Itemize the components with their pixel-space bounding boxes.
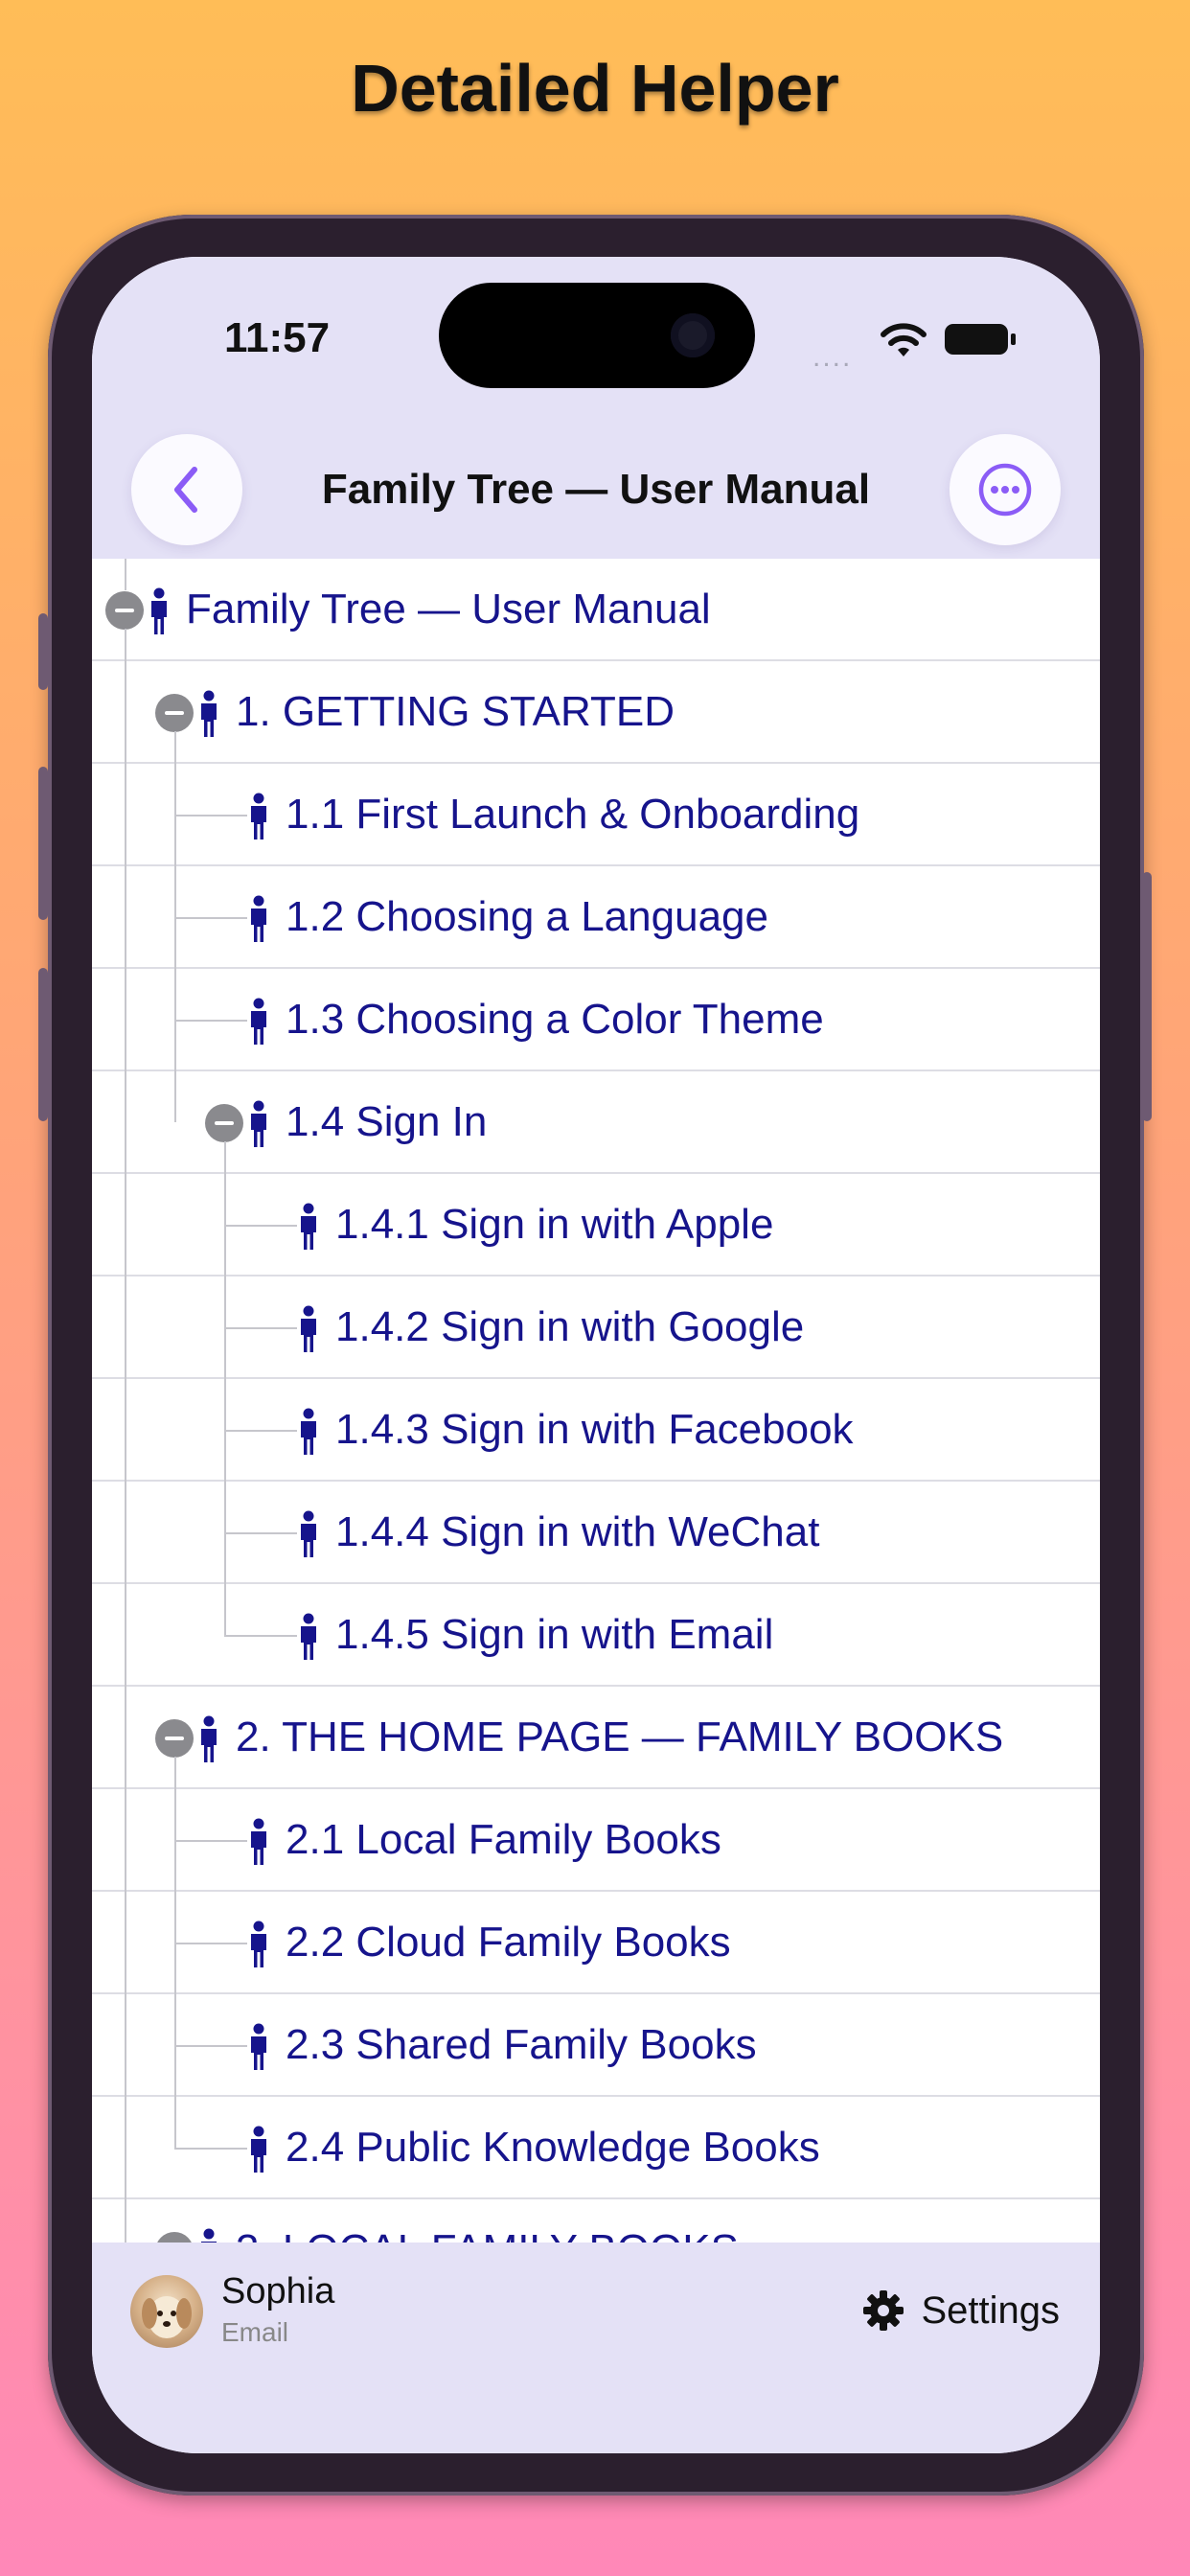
collapse-icon[interactable] (155, 1719, 194, 1758)
tree-connector (174, 917, 247, 919)
tree-connector (174, 1020, 247, 1022)
tree-row[interactable]: 1.4 Sign In (92, 1071, 1100, 1174)
tree-row-label: 1.3 Choosing a Color Theme (286, 996, 824, 1043)
person-icon (197, 1715, 220, 1763)
tree-connector (224, 1327, 297, 1329)
more-button[interactable] (950, 434, 1061, 545)
collapse-icon[interactable] (155, 2232, 194, 2242)
person-icon (297, 1613, 320, 1661)
nav-bar: Family Tree — User Manual (92, 425, 1100, 559)
person-icon (297, 1305, 320, 1353)
outline-tree: Family Tree — User Manual 1. GETTING STAR… (92, 559, 1100, 2242)
person-icon (197, 690, 220, 738)
status-time: 11:57 (224, 314, 331, 361)
status-bar: 11:57 .... (92, 257, 1100, 425)
tree-row[interactable]: 2. THE HOME PAGE — FAMILY BOOKS (92, 1687, 1100, 1789)
bottom-bar: Sophia Email Settings (92, 2242, 1100, 2453)
collapse-icon[interactable] (155, 694, 194, 732)
tree-connector (224, 1141, 226, 1635)
tree-connector (174, 815, 247, 816)
tree-row[interactable]: 3. LOCAL FAMILY BOOKS (92, 2199, 1100, 2242)
tree-connector (224, 1635, 297, 1637)
person-icon (247, 2023, 270, 2071)
person-icon (247, 895, 270, 943)
ellipsis-circle-icon (978, 463, 1032, 517)
tree-row-label: 3. LOCAL FAMILY BOOKS (236, 2226, 739, 2242)
tree-row-label: 1.4.2 Sign in with Google (335, 1303, 805, 1350)
person-icon (247, 1920, 270, 1968)
tree-connector (224, 1430, 297, 1432)
tree-row-label: 2. THE HOME PAGE — FAMILY BOOKS (236, 1714, 1004, 1760)
tree-connector (174, 1943, 247, 1944)
tree-row-label: 1.4.3 Sign in with Facebook (335, 1406, 854, 1453)
tree-connector (125, 629, 126, 2242)
puppy-avatar-image (142, 2296, 192, 2338)
banner-title: Detailed Helper (351, 51, 839, 126)
tree-row-label: 1.4 Sign In (286, 1098, 488, 1145)
person-icon (148, 587, 171, 635)
dynamic-island (439, 283, 755, 388)
tree-row-label: Family Tree — User Manual (186, 586, 711, 632)
person-icon (247, 998, 270, 1046)
tree-connector (174, 2045, 247, 2047)
user-name: Sophia (221, 2271, 335, 2312)
tree-row[interactable]: 1. GETTING STARTED (92, 661, 1100, 764)
tree-row-label: 1.2 Choosing a Language (286, 893, 768, 940)
collapse-icon[interactable] (105, 591, 144, 630)
collapse-icon[interactable] (205, 1104, 243, 1142)
person-icon (197, 2228, 220, 2242)
battery-icon (945, 324, 1016, 355)
person-icon (297, 1203, 320, 1251)
tree-row-label: 2.4 Public Knowledge Books (286, 2124, 820, 2171)
side-button (38, 767, 48, 920)
person-icon (297, 1408, 320, 1456)
side-button (1142, 872, 1152, 1121)
tree-row-label: 2.3 Shared Family Books (286, 2021, 757, 2068)
person-icon (297, 1510, 320, 1558)
side-button (38, 613, 48, 690)
tree-row-label: 1.4.4 Sign in with WeChat (335, 1508, 820, 1555)
settings-label: Settings (921, 2288, 1060, 2332)
tree-connector (174, 1840, 247, 1842)
settings-button[interactable]: Settings (861, 2288, 1060, 2333)
tree-row[interactable]: Family Tree — User Manual (92, 559, 1100, 661)
gear-icon (863, 2290, 904, 2331)
person-icon (247, 1818, 270, 1866)
tree-connector (224, 1532, 297, 1534)
camera-icon (671, 313, 715, 357)
person-icon (247, 2126, 270, 2174)
phone-screen: 11:57 .... Family Tree — User Manual Fam… (92, 257, 1100, 2453)
tree-connector (224, 1225, 297, 1227)
tree-connector (174, 1757, 176, 2148)
tree-connector (174, 2148, 247, 2150)
tree-row-label: 1.1 First Launch & Onboarding (286, 791, 860, 838)
wifi-icon (881, 323, 927, 356)
tree-connector (174, 731, 176, 1122)
tree-row-label: 2.2 Cloud Family Books (286, 1919, 731, 1966)
signal-icon: .... (812, 341, 853, 373)
user-login-method: Email (221, 2317, 289, 2347)
tree-row-label: 1.4.5 Sign in with Email (335, 1611, 774, 1658)
person-icon (247, 1100, 270, 1148)
tree-row-label: 1.4.1 Sign in with Apple (335, 1201, 774, 1248)
person-icon (247, 793, 270, 840)
side-button (38, 968, 48, 1121)
tree-row-label: 1. GETTING STARTED (236, 688, 675, 735)
avatar[interactable] (130, 2275, 203, 2348)
tree-row-label: 2.1 Local Family Books (286, 1816, 721, 1863)
tree-connector (125, 559, 126, 590)
